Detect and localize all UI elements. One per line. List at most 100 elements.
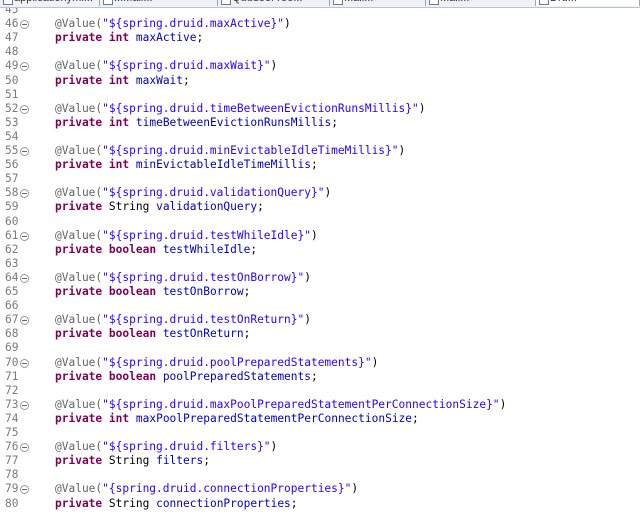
code-line[interactable]: 54 xyxy=(0,130,640,144)
editor-tab[interactable]: applicationyml... xyxy=(0,0,100,6)
paren-token: ) xyxy=(310,228,318,242)
collapse-fold-icon[interactable] xyxy=(20,189,29,199)
code-line[interactable]: 64 @Value("${spring.druid.testOnBorrow}") xyxy=(0,271,640,285)
code-line[interactable]: 75 xyxy=(0,426,640,440)
paren-token: ) xyxy=(499,397,507,411)
annotation-token: @Value( xyxy=(55,59,103,73)
annotation-token: @Value( xyxy=(55,228,103,242)
string-literal: "${spring.druid.testOnReturn}" xyxy=(102,313,305,327)
line-number: 75 xyxy=(5,426,19,439)
type-token: String xyxy=(108,496,150,510)
code-line[interactable]: 76 @Value("${spring.druid.filters}") xyxy=(0,440,640,454)
code-line[interactable]: 62 private boolean testWhileIdle; xyxy=(0,243,640,257)
editor-tab[interactable]: Dru... xyxy=(536,0,640,6)
code-text: @Value("${spring.druid.timeBetweenEvicti… xyxy=(55,102,425,116)
collapse-fold-icon[interactable] xyxy=(20,443,29,453)
line-number: 74 xyxy=(5,411,19,425)
semicolon-token: ; xyxy=(257,200,264,214)
code-line[interactable]: 52 @Value("${spring.druid.timeBetweenEvic… xyxy=(0,102,640,116)
code-line[interactable]: 46 @Value("${spring.druid.maxActive}") xyxy=(0,17,640,31)
code-line[interactable]: 67 @Value("${spring.druid.testOnReturn}") xyxy=(0,313,640,327)
line-number: 68 xyxy=(5,327,19,341)
line-number: 59 xyxy=(5,200,19,214)
code-line[interactable]: 57 xyxy=(0,172,640,186)
file-icon xyxy=(333,0,343,5)
code-line[interactable]: 60 xyxy=(0,215,640,229)
file-icon xyxy=(3,0,13,5)
code-line[interactable]: 66 xyxy=(0,299,640,313)
editor-tab[interactable]: QuudoorYoo... xyxy=(218,0,330,6)
paren-token: ) xyxy=(270,440,278,454)
code-line[interactable]: 53 private int timeBetweenEvictionRunsMil… xyxy=(0,116,640,130)
code-line[interactable]: 78 xyxy=(0,468,640,482)
code-line[interactable]: 47 private int maxActive; xyxy=(0,31,640,45)
line-number: 71 xyxy=(5,369,19,383)
code-line[interactable]: 68 private boolean testOnReturn; xyxy=(0,327,640,341)
collapse-fold-icon[interactable] xyxy=(20,147,29,156)
code-line[interactable]: 61 @Value("${spring.druid.testWhileIdle}"… xyxy=(0,229,640,243)
code-text: @Value("${spring.druid.testWhileIdle}") xyxy=(55,229,318,243)
code-text: @Value("${spring.druid.maxActive}") xyxy=(55,17,291,31)
annotation-token: @Value( xyxy=(55,397,103,411)
field-name: maxPoolPreparedStatementPerConnectionSiz… xyxy=(135,411,413,425)
code-line[interactable]: 74 private int maxPoolPreparedStatementPe… xyxy=(0,412,640,426)
code-line[interactable]: 71 private boolean poolPreparedStatements… xyxy=(0,370,640,384)
string-literal: "${spring.druid.maxActive}" xyxy=(102,17,285,31)
field-name: poolPreparedStatements xyxy=(162,369,311,383)
editor-tab[interactable]: ...Mail... xyxy=(100,0,218,6)
string-literal: "${spring.druid.filters}" xyxy=(102,440,271,454)
field-name: validationQuery xyxy=(156,200,258,214)
code-text: private boolean poolPreparedStatements; xyxy=(55,370,318,384)
code-line[interactable]: 63 xyxy=(0,257,640,271)
collapse-fold-icon[interactable] xyxy=(20,231,29,241)
collapse-fold-icon[interactable] xyxy=(20,20,29,30)
code-line[interactable]: 69 xyxy=(0,341,640,355)
code-line[interactable]: 50 private int maxWait; xyxy=(0,74,640,88)
code-line[interactable]: 65 private boolean testOnBorrow; xyxy=(0,285,640,299)
code-line[interactable]: 56 private int minEvictableIdleTimeMillis… xyxy=(0,158,640,172)
code-text: @Value("${spring.druid.minEvictableIdleT… xyxy=(55,144,405,158)
code-line[interactable]: 73 @Value("${spring.druid.maxPoolPrepared… xyxy=(0,398,640,412)
code-line[interactable]: 48 xyxy=(0,45,640,59)
code-line[interactable]: 79 @Value("{spring.druid.connectionProper… xyxy=(0,482,640,496)
editor-tab[interactable]: Mail... xyxy=(426,0,536,6)
field-name: testOnBorrow xyxy=(162,285,244,298)
code-line[interactable]: 59 private String validationQuery; xyxy=(0,200,640,214)
code-line[interactable]: 72 xyxy=(0,384,640,398)
code-text: @Value("${spring.druid.maxWait}") xyxy=(55,59,277,73)
semicolon-token: ; xyxy=(311,369,318,383)
collapse-fold-icon[interactable] xyxy=(20,62,29,72)
code-line[interactable]: 80 private String connectionProperties; xyxy=(0,497,640,511)
code-line[interactable]: 51 xyxy=(0,88,640,102)
file-icon xyxy=(103,0,113,5)
modifier-keyword: private xyxy=(55,411,103,425)
collapse-fold-icon[interactable] xyxy=(20,400,29,410)
code-line[interactable]: 77 private String filters; xyxy=(0,454,640,468)
collapse-fold-icon[interactable] xyxy=(20,485,29,495)
code-line[interactable]: 70 @Value("${spring.druid.poolPreparedSta… xyxy=(0,356,640,370)
code-text: private boolean testWhileIdle; xyxy=(55,243,257,257)
code-text: private boolean testOnBorrow; xyxy=(55,285,250,299)
paren-token: ) xyxy=(418,101,426,115)
code-line[interactable]: 45 xyxy=(0,8,640,17)
type-token: String xyxy=(108,454,150,468)
code-line[interactable]: 55 @Value("${spring.druid.minEvictableIdl… xyxy=(0,144,640,158)
collapse-fold-icon[interactable] xyxy=(20,316,29,326)
paren-token: ) xyxy=(284,17,291,31)
collapse-fold-icon[interactable] xyxy=(20,104,29,114)
line-number: 57 xyxy=(5,172,19,186)
line-number: 51 xyxy=(5,87,19,101)
collapse-fold-icon[interactable] xyxy=(20,273,29,283)
code-line[interactable]: 49 @Value("${spring.druid.maxWait}") xyxy=(0,59,640,73)
collapse-fold-icon[interactable] xyxy=(20,358,29,368)
editor-tab[interactable]: Mail... xyxy=(330,0,426,6)
modifier-keyword: private xyxy=(55,31,103,45)
code-editor[interactable]: 45 46 @Value("${spring.druid.maxActive}") 4… xyxy=(0,8,640,519)
line-number: 47 xyxy=(5,31,19,45)
editor-tab-label: ...Mail... xyxy=(114,0,153,4)
code-text: private boolean testOnReturn; xyxy=(55,327,250,341)
code-text: private String connectionProperties; xyxy=(55,497,298,511)
code-line[interactable]: 58 @Value("${spring.druid.validationQuery… xyxy=(0,186,640,200)
annotation-token: @Value( xyxy=(55,355,103,369)
line-number: 77 xyxy=(5,454,19,468)
